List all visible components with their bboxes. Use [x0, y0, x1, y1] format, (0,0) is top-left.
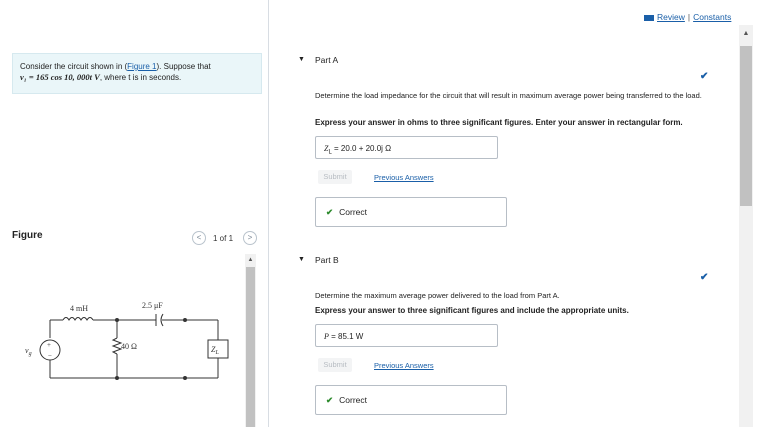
source-equation: v₁ = 165 cos 10, 000t V: [20, 72, 100, 82]
part-b-question: Determine the maximum average power deli…: [315, 291, 560, 300]
inductor-symbol: [62, 317, 94, 321]
figure-scroll-up-arrow[interactable]: ▲: [245, 254, 256, 266]
part-b-result-text: Correct: [339, 395, 367, 405]
part-a-previous-answers-link[interactable]: Previous Answers: [374, 173, 434, 182]
part-a-instruction: Express your answer in ohms to three sig…: [315, 118, 683, 127]
part-a-result-box: ✔ Correct: [315, 197, 507, 227]
intro-text-mid: ). Suppose that: [156, 62, 211, 71]
chevron-right-icon: >: [247, 233, 253, 242]
part-a-complete-check-icon: ✔: [700, 71, 709, 82]
svg-text:2.5 μF: 2.5 μF: [142, 301, 163, 310]
part-a-result-text: Correct: [339, 207, 367, 217]
intro-text-end: , where t is in seconds.: [99, 73, 182, 82]
intro-text-start: Consider the circuit shown in (: [20, 62, 128, 71]
svg-text:4 mH: 4 mH: [70, 304, 88, 313]
part-b-answer-field[interactable]: P = 85.1 W: [315, 324, 498, 347]
svg-text:+: +: [47, 341, 51, 349]
intro-text: Consider the circuit shown in (Figure 1)…: [20, 62, 256, 83]
review-link[interactable]: Review: [657, 12, 685, 22]
part-b-title[interactable]: Part B: [315, 255, 339, 265]
figure-prev-button[interactable]: <: [192, 231, 206, 245]
figure-link[interactable]: Figure 1: [127, 62, 156, 71]
review-icon: [644, 14, 654, 21]
correct-check-icon: ✔: [326, 207, 334, 217]
constants-link[interactable]: Constants: [693, 12, 731, 22]
top-links: Review | Constants: [644, 12, 731, 22]
main-scrollbar-thumb[interactable]: [740, 46, 752, 206]
svg-text:40 Ω: 40 Ω: [121, 342, 137, 351]
part-b-complete-check-icon: ✔: [700, 272, 709, 283]
part-a-answer-value: = 20.0 + 20.0j Ω: [331, 144, 392, 153]
part-a-question: Determine the load impedance for the cir…: [315, 91, 702, 100]
part-b-instruction: Express your answer to three significant…: [315, 306, 629, 315]
part-b-submit-button[interactable]: Submit: [318, 358, 352, 372]
part-a-answer-field[interactable]: ZL = 20.0 + 20.0j Ω: [315, 136, 498, 159]
part-b-answer-value: = 85.1 W: [328, 332, 364, 341]
part-b-collapse-caret[interactable]: ▼: [298, 256, 305, 263]
figure-next-button[interactable]: >: [243, 231, 257, 245]
links-separator: |: [687, 12, 691, 22]
panel-divider: [268, 0, 269, 427]
main-scroll-up-arrow[interactable]: ▲: [739, 28, 753, 40]
figure-pager: 1 of 1: [213, 234, 234, 243]
resistor-symbol: [111, 337, 123, 355]
part-b-result-box: ✔ Correct: [315, 385, 507, 415]
figure-scrollbar-thumb[interactable]: [246, 267, 255, 427]
svg-text:vg: vg: [25, 346, 32, 357]
chevron-left-icon: <: [196, 233, 202, 242]
svg-text:ZL: ZL: [211, 345, 219, 356]
circuit-diagram: 4 mH 2.5 μF 40 Ω ZL vg + −: [25, 301, 229, 380]
part-a-title[interactable]: Part A: [315, 55, 338, 65]
figure-label: Figure: [12, 230, 43, 241]
correct-check-icon: ✔: [326, 395, 334, 405]
part-b-previous-answers-link[interactable]: Previous Answers: [374, 361, 434, 370]
part-a-collapse-caret[interactable]: ▼: [298, 56, 305, 63]
svg-text:−: −: [48, 352, 52, 360]
part-a-submit-button[interactable]: Submit: [318, 170, 352, 184]
